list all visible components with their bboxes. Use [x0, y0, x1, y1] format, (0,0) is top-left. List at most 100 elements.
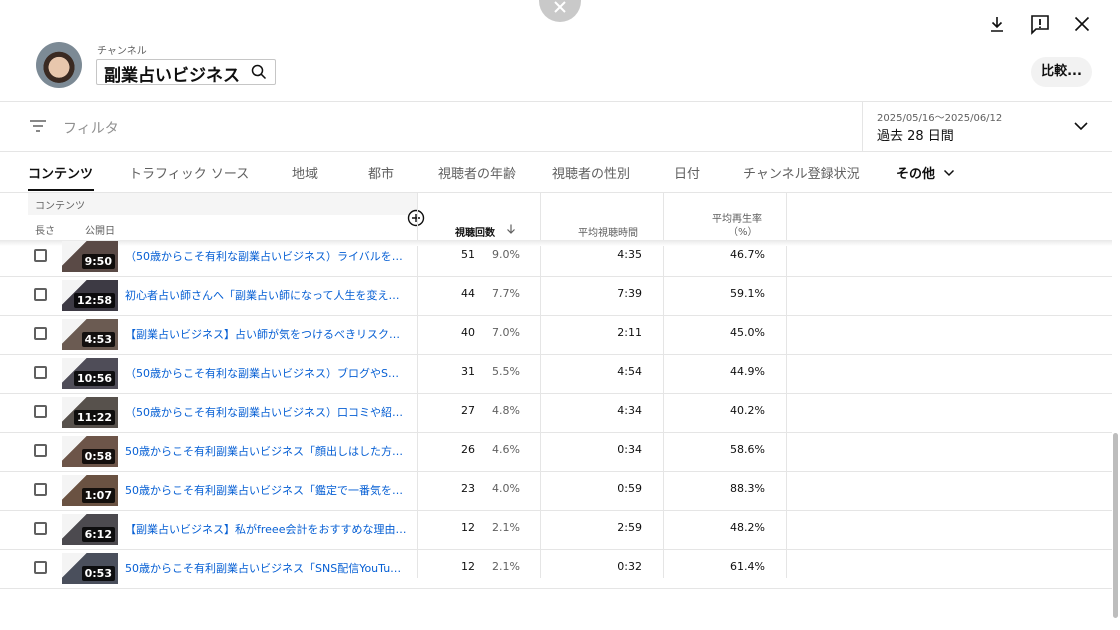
table-row[interactable]: 0:58 50歳からこそ有利副業占いビジネス「顔出しはした方… 26 4.6% 0:34… [0, 432, 1112, 472]
video-duration: 9:50 [81, 254, 115, 269]
tab-more[interactable]: その他 [896, 163, 955, 182]
date-range-text: 2025/05/16～2025/06/12 [877, 113, 1003, 124]
video-title-link[interactable]: 【副業占いビジネス】占い師が気をつけるべきリスク… [125, 326, 410, 342]
filter-icon[interactable] [29, 119, 47, 133]
views-value: 31 [461, 365, 475, 378]
avg-percent-viewed-value: 45.0% [730, 326, 765, 339]
video-title-link[interactable]: 【副業占いビジネス】私がfreee会計をおすすめな理由… [125, 521, 410, 537]
avg-view-duration-value: 4:35 [617, 248, 642, 261]
download-icon[interactable] [985, 12, 1009, 36]
close-icon[interactable] [1070, 12, 1094, 36]
column-header-length[interactable]: 長さ [35, 222, 55, 237]
tab-city[interactable]: 都市 [368, 163, 394, 182]
table-row[interactable]: 11:22 （50歳からこそ有利な副業占いビジネス）口コミや紹… 27 4.8% 4:3… [0, 393, 1112, 433]
video-title-link[interactable]: （50歳からこそ有利な副業占いビジネス）口コミや紹… [125, 404, 410, 420]
close-icon [554, 1, 566, 13]
views-value: 40 [461, 326, 475, 339]
add-column-icon[interactable] [407, 209, 425, 227]
tab-geography[interactable]: 地域 [292, 163, 318, 182]
video-thumbnail[interactable]: 12:58 [62, 280, 118, 311]
table-row[interactable]: 6:12 【副業占いビジネス】私がfreee会計をおすすめな理由… 12 2.1% 2:… [0, 510, 1112, 550]
dismiss-button[interactable] [539, 0, 581, 22]
row-checkbox[interactable] [34, 366, 47, 379]
views-percent: 4.6% [492, 443, 520, 456]
video-duration: 4:53 [81, 332, 115, 347]
table-row[interactable]: 12:58 初心者占い師さんへ「副業占い師になって人生を変え… 44 7.7% 7:39… [0, 276, 1112, 316]
table-row[interactable]: 1:07 50歳からこそ有利副業占いビジネス「鑑定で一番気を… 23 4.0% 0:59… [0, 471, 1112, 511]
avg-percent-viewed-value: 40.2% [730, 404, 765, 417]
avg-percent-viewed-value: 58.6% [730, 443, 765, 456]
avg-view-duration-value: 2:11 [617, 326, 642, 339]
avg-view-duration-value: 0:34 [617, 443, 642, 456]
views-percent: 2.1% [492, 521, 520, 534]
row-checkbox[interactable] [34, 444, 47, 457]
tab-viewer-age[interactable]: 視聴者の年齢 [438, 163, 516, 182]
video-title-link[interactable]: （50歳からこそ有利な副業占いビジネス）ブログやS… [125, 365, 410, 381]
tab-subscription-status[interactable]: チャンネル登録状況 [743, 163, 860, 182]
video-thumbnail[interactable]: 0:53 [62, 553, 118, 584]
channel-name: 副業占いビジネス [104, 66, 240, 86]
video-thumbnail[interactable]: 0:58 [62, 436, 118, 467]
video-thumbnail[interactable]: 6:12 [62, 514, 118, 545]
video-title-link[interactable]: 50歳からこそ有利副業占いビジネス「鑑定で一番気を… [125, 482, 410, 498]
row-checkbox[interactable] [34, 327, 47, 340]
avg-percent-viewed-value: 61.4% [730, 560, 765, 573]
video-duration: 6:12 [81, 527, 115, 542]
row-checkbox[interactable] [34, 288, 47, 301]
avg-view-duration-value: 4:34 [617, 404, 642, 417]
row-checkbox[interactable] [34, 561, 47, 574]
channel-label: チャンネル [97, 46, 147, 57]
video-duration: 10:56 [73, 371, 115, 386]
filter-input[interactable]: フィルタ [63, 118, 119, 138]
video-duration: 0:53 [81, 566, 115, 581]
row-checkbox[interactable] [34, 483, 47, 496]
views-value: 12 [461, 521, 475, 534]
row-checkbox[interactable] [34, 522, 47, 535]
avg-percent-viewed-value: 44.9% [730, 365, 765, 378]
search-icon[interactable] [251, 64, 267, 80]
video-title-link[interactable]: 50歳からこそ有利副業占いビジネス「SNS配信YouTu… [125, 560, 410, 576]
views-percent: 4.0% [492, 482, 520, 495]
table-row[interactable]: 9:50 （50歳からこそ有利な副業占いビジネス）ライバルを… 51 9.0% 4:35… [0, 237, 1112, 277]
tab-content[interactable]: コンテンツ [28, 163, 93, 182]
video-title-link[interactable]: 50歳からこそ有利副業占いビジネス「顔出しはした方… [125, 443, 410, 459]
video-thumbnail[interactable]: 4:53 [62, 319, 118, 350]
avg-percent-viewed-value: 59.1% [730, 287, 765, 300]
tab-viewer-gender[interactable]: 視聴者の性別 [552, 163, 630, 182]
views-percent: 7.0% [492, 326, 520, 339]
row-checkbox[interactable] [34, 405, 47, 418]
column-group-content [28, 193, 417, 215]
views-percent: 2.1% [492, 560, 520, 573]
video-thumbnail[interactable]: 9:50 [62, 241, 118, 272]
date-range-label: 過去 28 日間 [877, 129, 954, 144]
tab-date[interactable]: 日付 [674, 163, 700, 182]
avg-view-duration-value: 0:59 [617, 482, 642, 495]
avg-view-duration-value: 7:39 [617, 287, 642, 300]
views-value: 26 [461, 443, 475, 456]
views-value: 23 [461, 482, 475, 495]
video-title-link[interactable]: 初心者占い師さんへ「副業占い師になって人生を変え… [125, 287, 410, 303]
sort-down-icon[interactable] [505, 223, 517, 235]
table-row[interactable]: 4:53 【副業占いビジネス】占い師が気をつけるべきリスク… 40 7.0% 2:11 4… [0, 315, 1112, 355]
chevron-down-icon[interactable] [1073, 120, 1089, 132]
table-row[interactable]: 0:53 50歳からこそ有利副業占いビジネス「SNS配信YouTu… 12 2.1% 0… [0, 549, 1112, 589]
row-checkbox[interactable] [34, 249, 47, 262]
tab-more-label: その他 [896, 167, 936, 182]
video-title-link[interactable]: （50歳からこそ有利な副業占いビジネス）ライバルを… [125, 248, 410, 264]
views-percent: 7.7% [492, 287, 520, 300]
views-value: 51 [461, 248, 475, 261]
avg-view-duration-value: 4:54 [617, 365, 642, 378]
video-thumbnail[interactable]: 10:56 [62, 358, 118, 389]
views-percent: 5.5% [492, 365, 520, 378]
video-thumbnail[interactable]: 1:07 [62, 475, 118, 506]
avg-percent-viewed-value: 48.2% [730, 521, 765, 534]
table-row[interactable]: 10:56 （50歳からこそ有利な副業占いビジネス）ブログやS… 31 5.5% 4:5… [0, 354, 1112, 394]
compare-button[interactable]: 比較... [1031, 57, 1092, 87]
feedback-icon[interactable] [1028, 12, 1052, 36]
scrollbar[interactable] [1113, 433, 1118, 618]
column-header-published[interactable]: 公開日 [85, 222, 115, 237]
video-thumbnail[interactable]: 11:22 [62, 397, 118, 428]
views-value: 12 [461, 560, 475, 573]
avg-percent-viewed-value: 46.7% [730, 248, 765, 261]
tab-traffic-source[interactable]: トラフィック ソース [129, 163, 249, 182]
